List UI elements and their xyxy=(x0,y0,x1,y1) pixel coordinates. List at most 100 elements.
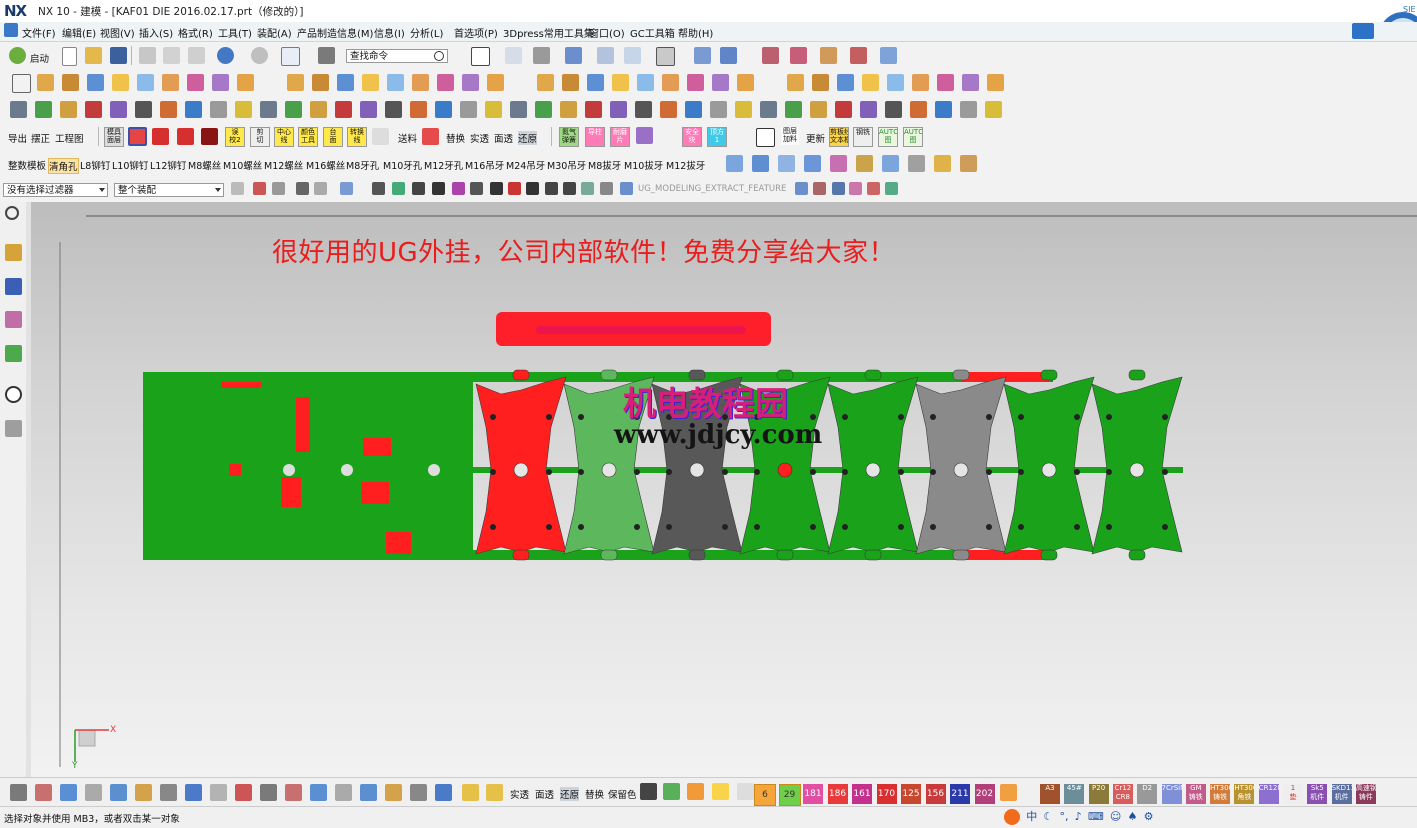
flag-icon[interactable] xyxy=(422,128,439,145)
curve-icon[interactable] xyxy=(885,101,902,118)
undo-icon[interactable] xyxy=(217,47,234,64)
feature-icon[interactable] xyxy=(287,74,304,91)
graphics-window[interactable]: X Y 很好用的UG外挂，公司内部软件！免费分享给大家！ 机电教程园 www.j… xyxy=(31,202,1417,777)
curve-icon[interactable] xyxy=(110,101,127,118)
curve-icon[interactable] xyxy=(960,101,977,118)
undefined-icon[interactable] xyxy=(526,182,539,195)
standard-part-3[interactable]: L10铆钉 xyxy=(112,158,148,172)
curve-icon[interactable] xyxy=(735,101,752,118)
open-folder-icon[interactable] xyxy=(85,47,102,64)
clip-icon[interactable] xyxy=(720,47,737,64)
surface-icon[interactable] xyxy=(856,155,873,172)
undefined-icon[interactable] xyxy=(452,182,465,195)
undefined-icon[interactable] xyxy=(563,182,576,195)
drafting-icon[interactable] xyxy=(60,784,77,801)
trim-text-tile[interactable]: 剪板线 文本框 xyxy=(829,127,849,147)
curve-icon[interactable] xyxy=(435,101,452,118)
diamond-icon[interactable] xyxy=(486,784,503,801)
frame-icon[interactable] xyxy=(756,128,775,147)
undefined-icon[interactable] xyxy=(508,182,521,195)
block-icon[interactable] xyxy=(201,128,218,145)
undefined-icon[interactable] xyxy=(867,182,880,195)
feature-icon[interactable] xyxy=(237,74,254,91)
surface-icon[interactable] xyxy=(778,155,795,172)
curve-icon[interactable] xyxy=(60,101,77,118)
undefined-icon[interactable] xyxy=(314,182,327,195)
undefined-icon[interactable] xyxy=(849,182,862,195)
curve-icon[interactable] xyxy=(710,101,727,118)
feature-icon[interactable] xyxy=(612,74,629,91)
menu-icon[interactable] xyxy=(4,23,18,37)
cut-tile[interactable]: 剪 切 xyxy=(250,127,270,147)
feature-icon[interactable] xyxy=(162,74,179,91)
undefined-icon[interactable] xyxy=(272,182,285,195)
undefined-icon[interactable] xyxy=(412,182,425,195)
drafting-icon[interactable] xyxy=(385,784,402,801)
menu-insert[interactable]: 插入(S) xyxy=(139,25,173,40)
feature-icon[interactable] xyxy=(912,74,929,91)
sogou-icon[interactable] xyxy=(1004,809,1020,825)
curve-icon[interactable] xyxy=(310,101,327,118)
feature-icon[interactable] xyxy=(987,74,1004,91)
feature-icon[interactable] xyxy=(37,74,54,91)
command-finder-icon[interactable] xyxy=(318,47,335,64)
feature-icon[interactable] xyxy=(662,74,679,91)
help-icon[interactable] xyxy=(1000,784,1017,801)
auto-draw-tile-2[interactable]: AUTO 图 xyxy=(903,127,923,147)
grid-icon[interactable] xyxy=(128,127,147,146)
material-icon[interactable] xyxy=(663,783,680,800)
drafting-icon[interactable] xyxy=(85,784,102,801)
standard-part-13[interactable]: M24吊牙 xyxy=(506,158,545,172)
standard-part-11[interactable]: M12牙孔 xyxy=(424,158,463,172)
gear-icon[interactable] xyxy=(5,206,19,220)
check2-tile[interactable]: 误 校2 xyxy=(225,127,245,147)
face-transparent-button[interactable]: 面透 xyxy=(494,131,513,145)
curve-icon[interactable] xyxy=(510,101,527,118)
feature-icon[interactable] xyxy=(312,74,329,91)
feature-icon[interactable] xyxy=(537,74,554,91)
menu-3dpress[interactable]: 3Dpress常用工具集 xyxy=(503,25,594,40)
history-icon[interactable] xyxy=(5,386,22,403)
drafting-icon[interactable] xyxy=(285,784,302,801)
surface-icon[interactable] xyxy=(882,155,899,172)
feature-icon[interactable] xyxy=(562,74,579,91)
curve-icon[interactable] xyxy=(585,101,602,118)
undefined-icon[interactable] xyxy=(620,182,633,195)
curve-icon[interactable] xyxy=(410,101,427,118)
curve-icon[interactable] xyxy=(535,101,552,118)
steel-grade-tile[interactable]: A3 xyxy=(1040,784,1060,804)
undefined-icon[interactable] xyxy=(545,182,558,195)
feature-icon[interactable] xyxy=(487,74,504,91)
color-tile-6[interactable]: 6 xyxy=(754,784,776,806)
surface-icon[interactable] xyxy=(934,155,951,172)
standard-part-10[interactable]: M10牙孔 xyxy=(383,158,422,172)
drafting-icon[interactable] xyxy=(160,784,177,801)
feature-icon[interactable] xyxy=(412,74,429,91)
standard-part-17[interactable]: M12拔牙 xyxy=(666,158,705,172)
blank-icon[interactable] xyxy=(372,128,389,145)
steel-mill-tile[interactable]: 钢铣 xyxy=(853,127,873,147)
solid-transparent-button[interactable]: 实透 xyxy=(510,787,529,801)
window-icon[interactable] xyxy=(281,47,300,66)
feature-icon[interactable] xyxy=(362,74,379,91)
constraint-navigator-icon[interactable] xyxy=(5,311,22,328)
feature-icon[interactable] xyxy=(762,74,779,91)
undefined-icon[interactable] xyxy=(795,182,808,195)
start-icon[interactable] xyxy=(9,47,26,64)
steel-grade-tile[interactable]: Sk5 机件 xyxy=(1307,784,1328,804)
curve-icon[interactable] xyxy=(810,101,827,118)
start-button[interactable]: 启动 xyxy=(30,51,49,65)
feature-icon[interactable] xyxy=(337,74,354,91)
curvature-icon[interactable] xyxy=(820,47,837,64)
drafting-icon[interactable] xyxy=(10,784,27,801)
arrow-right-icon[interactable] xyxy=(177,128,194,145)
undefined-icon[interactable] xyxy=(296,182,309,195)
feed-button[interactable]: 送料 xyxy=(398,131,417,145)
standard-part-15[interactable]: M8拔牙 xyxy=(588,158,621,172)
update-button[interactable]: 更新 xyxy=(806,131,825,145)
solid-transparent-button[interactable]: 实透 xyxy=(470,131,489,145)
drafting-icon[interactable] xyxy=(410,784,427,801)
drafting-icon[interactable] xyxy=(110,784,127,801)
layer-add-tile[interactable]: 图层 加料 xyxy=(781,127,799,145)
curve-icon[interactable] xyxy=(610,101,627,118)
